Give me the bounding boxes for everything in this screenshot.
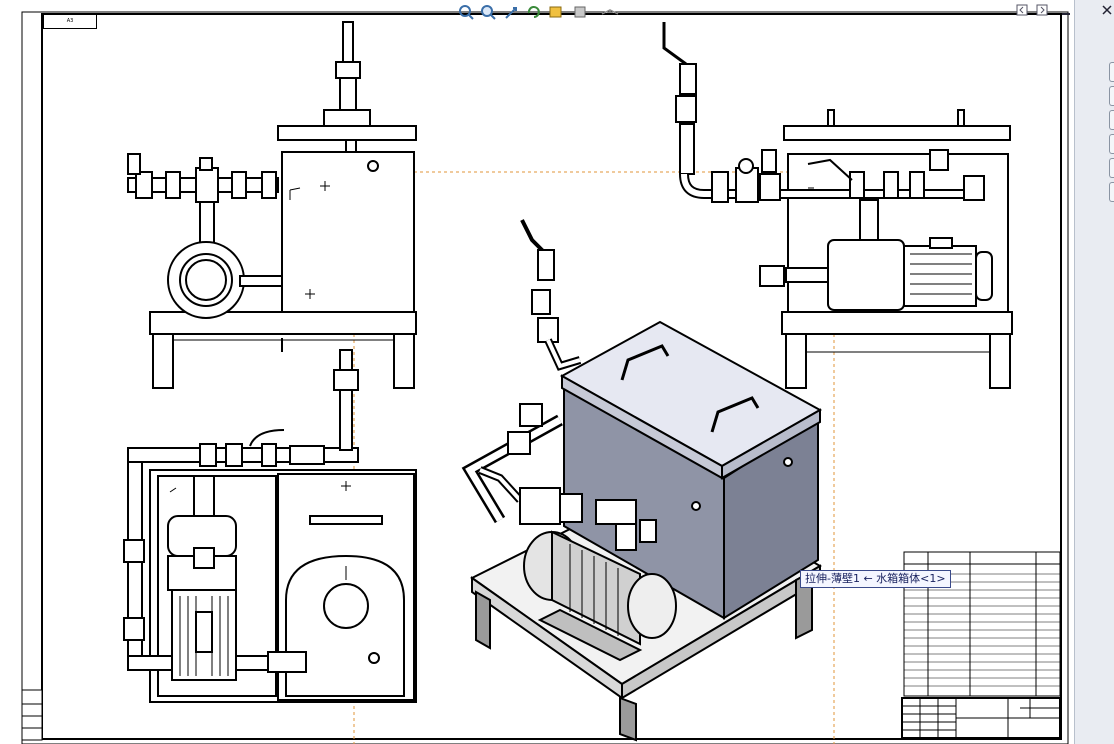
top-view[interactable]	[123, 349, 417, 703]
view-palette-tab-icon[interactable]	[1109, 134, 1114, 154]
next-sheet-icon[interactable]	[1036, 4, 1048, 19]
isometric-view[interactable]	[461, 219, 823, 742]
design-library-tab-icon[interactable]	[1109, 86, 1114, 106]
zoom-area-icon[interactable]	[480, 4, 496, 20]
drawing-sheet[interactable]	[0, 0, 1074, 744]
display-style-icon[interactable]	[572, 4, 588, 20]
sheet-tab[interactable]: A3	[43, 14, 97, 29]
custom-properties-tab-icon[interactable]	[1109, 182, 1114, 202]
view-orientation-icon[interactable]	[600, 4, 619, 20]
front-view[interactable]	[127, 21, 417, 389]
appearances-tab-icon[interactable]	[1109, 158, 1114, 178]
prev-sheet-icon[interactable]	[1016, 4, 1028, 19]
pan-icon[interactable]	[504, 4, 520, 20]
side-view[interactable]	[662, 22, 1013, 389]
file-explorer-tab-icon[interactable]	[1109, 110, 1114, 130]
task-pane-sidebar	[1074, 0, 1114, 744]
minimize-icon[interactable]	[1060, 4, 1072, 19]
section-view-icon[interactable]	[548, 4, 564, 20]
close-icon[interactable]	[1101, 4, 1113, 19]
zoom-to-fit-icon[interactable]	[458, 4, 474, 20]
entity-tooltip: 拉伸-薄壁1 ← 水箱箱体<1>	[800, 570, 951, 588]
home-tab-icon[interactable]	[1109, 62, 1114, 82]
drawing-viewport[interactable]: A3 拉伸-薄壁1 ← 水箱箱体<1>	[0, 0, 1074, 744]
rotate-icon[interactable]	[526, 4, 542, 20]
